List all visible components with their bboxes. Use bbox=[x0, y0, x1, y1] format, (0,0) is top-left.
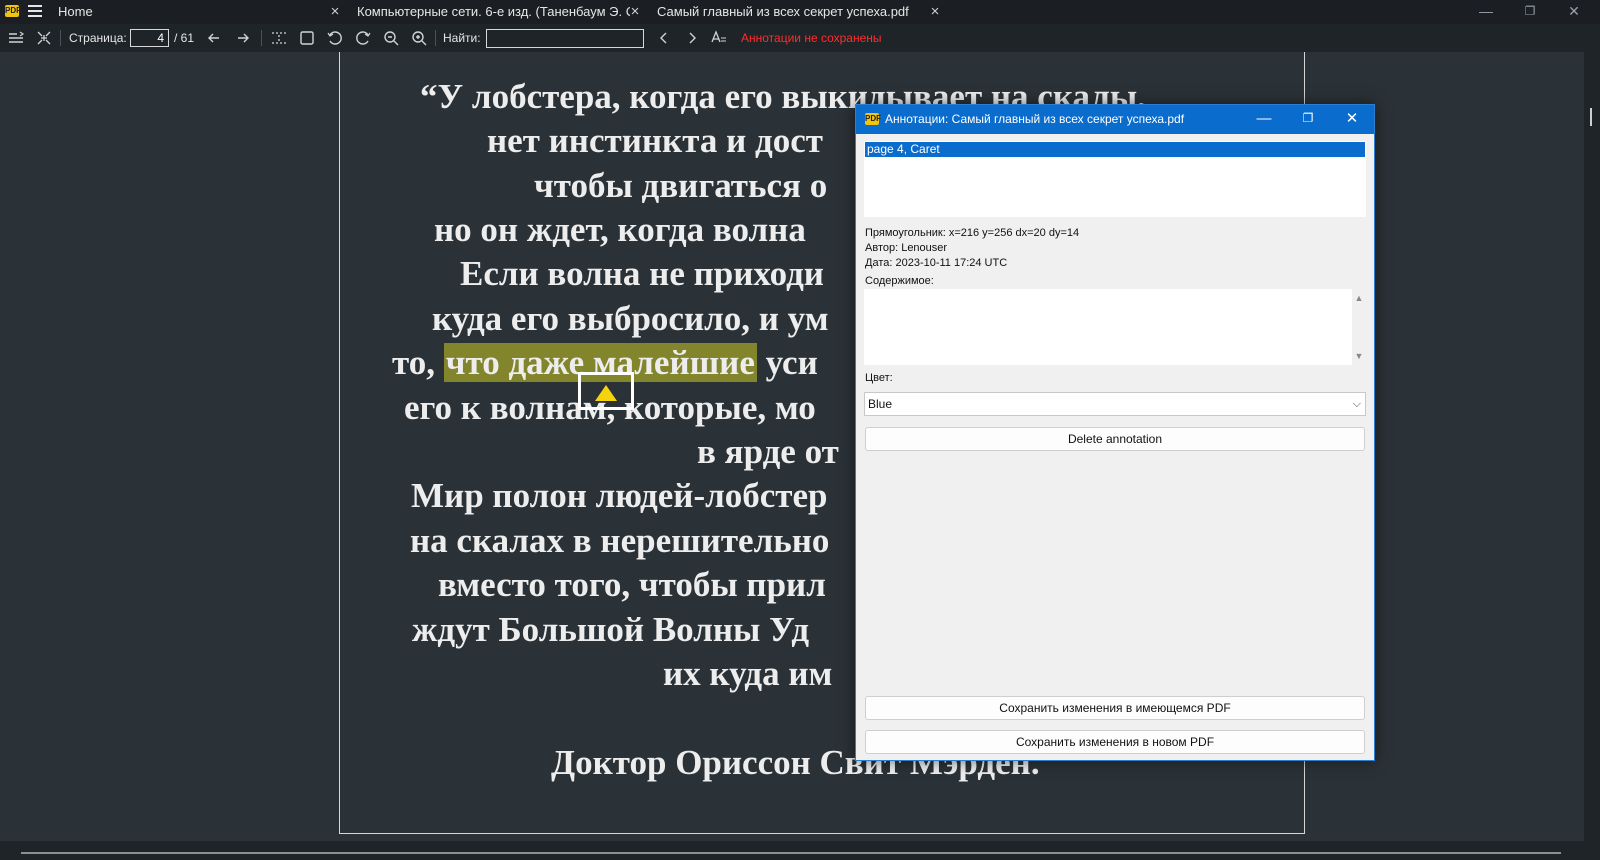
color-select-value: Blue bbox=[868, 397, 893, 411]
dialog-maximize-button[interactable]: ❐ bbox=[1286, 105, 1330, 134]
zoom-out-icon[interactable] bbox=[382, 29, 400, 47]
text-line: вместо того, чтобы прил bbox=[438, 565, 826, 604]
text-segment: уси bbox=[756, 343, 818, 382]
unsaved-annotations-notice: Аннотации не сохранены bbox=[741, 31, 882, 45]
tab-networks-book[interactable]: Компьютерные сети. 6-е изд. (Таненбаум Э… bbox=[357, 0, 630, 24]
text-line: в ярде от bbox=[697, 432, 839, 471]
restore-window-button[interactable]: ❐ bbox=[1510, 0, 1550, 24]
save-existing-pdf-button[interactable]: Сохранить изменения в имеющемся PDF bbox=[865, 696, 1365, 720]
text-line: ждут Большой Волны Уд bbox=[412, 610, 810, 649]
next-page-arrow-icon[interactable] bbox=[234, 29, 252, 47]
close-window-button[interactable]: ✕ bbox=[1554, 0, 1594, 24]
page-label: Страница: bbox=[69, 31, 127, 45]
text-line: куда его выбросило, и ум bbox=[432, 299, 829, 338]
chevron-down-icon: ⌵ bbox=[1352, 398, 1361, 410]
text-line: Мир полон людей-лобстер bbox=[411, 476, 828, 515]
toolbar-divider bbox=[60, 30, 61, 46]
horizontal-scrollbar[interactable] bbox=[0, 841, 1600, 860]
tab-success-secret-close-icon[interactable]: × bbox=[927, 0, 943, 24]
contents-textarea[interactable] bbox=[864, 289, 1360, 365]
find-next-chevron-icon[interactable] bbox=[683, 29, 701, 47]
color-select[interactable]: Blue ⌵ bbox=[864, 392, 1366, 416]
search-input[interactable] bbox=[486, 29, 644, 48]
text-line: но он ждет, когда волна bbox=[434, 210, 806, 249]
match-case-icon[interactable] bbox=[710, 29, 728, 47]
list-item[interactable]: page 4, Caret bbox=[865, 142, 1365, 157]
menu-icon[interactable] bbox=[28, 5, 42, 17]
annotation-date: Дата: 2023-10-11 17:24 UTC bbox=[865, 257, 1008, 269]
page-number-input[interactable] bbox=[130, 29, 169, 47]
text-line: Если волна не приходи bbox=[460, 254, 824, 293]
zoom-in-icon[interactable] bbox=[410, 29, 428, 47]
toolbar-divider bbox=[261, 30, 262, 46]
dialog-minimize-button[interactable]: — bbox=[1242, 105, 1286, 134]
vertical-scroll-thumb[interactable] bbox=[1590, 108, 1592, 126]
tab-home[interactable]: Home bbox=[58, 0, 328, 24]
text-line: их куда им bbox=[663, 654, 833, 693]
dialog-title-bar[interactable]: PDF Аннотации: Самый главный из всех сек… bbox=[856, 105, 1374, 134]
annotation-author: Автор: Lenouser bbox=[865, 242, 948, 254]
annotation-rect-info: Прямоугольник: x=216 y=256 dx=20 dy=14 bbox=[865, 227, 1080, 239]
caret-annotation-icon[interactable] bbox=[595, 385, 617, 401]
horizontal-scroll-thumb[interactable] bbox=[21, 852, 1561, 854]
text-line: чтобы двигаться о bbox=[534, 166, 828, 205]
find-previous-chevron-icon[interactable] bbox=[655, 29, 673, 47]
toolbar: Страница: / 61 Найти: Аннотации не сохра… bbox=[0, 24, 1600, 52]
fit-page-icon[interactable] bbox=[35, 29, 53, 47]
text-segment: то, bbox=[392, 343, 444, 382]
tab-success-secret[interactable]: Самый главный из всех секрет успеха.pdf bbox=[657, 0, 929, 24]
previous-page-arrow-icon[interactable] bbox=[205, 29, 223, 47]
app-logo-icon: PDF bbox=[865, 113, 881, 125]
rotate-right-icon[interactable] bbox=[354, 29, 372, 47]
toggle-sidebar-icon[interactable] bbox=[7, 29, 25, 47]
text-line: нет инстинкта и дост bbox=[487, 121, 823, 160]
contents-label: Содержимое: bbox=[865, 275, 934, 287]
save-new-pdf-button[interactable]: Сохранить изменения в новом PDF bbox=[865, 730, 1365, 754]
dialog-title: Аннотации: Самый главный из всех секрет … bbox=[885, 112, 1185, 126]
rotate-left-icon[interactable] bbox=[326, 29, 344, 47]
app-logo-icon: PDF bbox=[5, 5, 21, 17]
dialog-close-button[interactable]: ✕ bbox=[1330, 105, 1374, 134]
annotations-dialog: PDF Аннотации: Самый главный из всех сек… bbox=[855, 104, 1375, 761]
delete-annotation-button[interactable]: Delete annotation bbox=[865, 427, 1365, 451]
text-line: на скалах в нерешительно bbox=[410, 521, 830, 560]
tab-home-close-icon[interactable]: × bbox=[327, 0, 343, 24]
page-total: / 61 bbox=[174, 31, 195, 45]
annotations-list[interactable]: page 4, Caret bbox=[864, 141, 1366, 217]
color-label: Цвет: bbox=[865, 372, 893, 384]
single-page-icon[interactable] bbox=[298, 29, 316, 47]
toolbar-divider bbox=[435, 30, 436, 46]
fit-width-icon[interactable] bbox=[270, 29, 288, 47]
tab-networks-book-close-icon[interactable]: × bbox=[627, 0, 643, 24]
title-bar: PDF Home × Компьютерные сети. 6-е изд. (… bbox=[0, 0, 1600, 24]
find-label: Найти: bbox=[443, 31, 481, 45]
contents-scrollbar[interactable]: ▲ ▼ bbox=[1352, 289, 1366, 365]
minimize-window-button[interactable]: — bbox=[1466, 0, 1506, 24]
vertical-scrollbar[interactable] bbox=[1584, 52, 1600, 841]
